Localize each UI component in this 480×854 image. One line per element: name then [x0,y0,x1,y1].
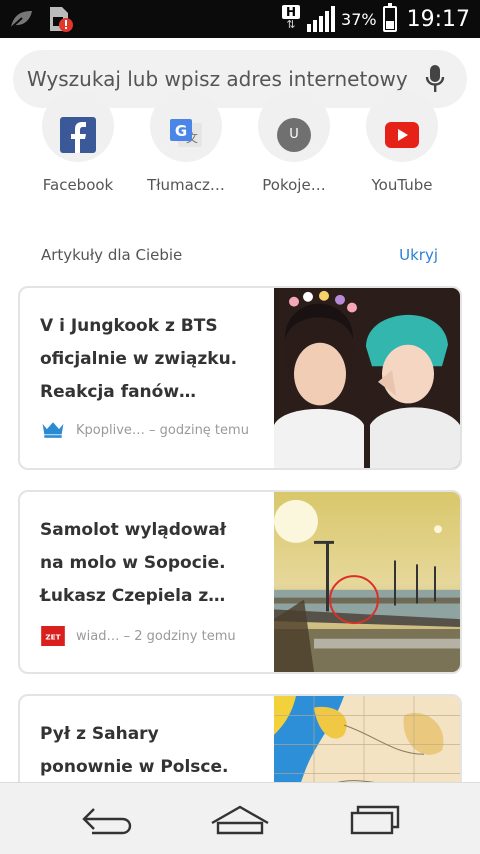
section-title: Artykuły dla Ciebie [41,246,183,264]
back-icon[interactable] [78,801,138,837]
svg-text:ZET: ZET [45,633,60,642]
article-title: V i Jungkook z BTS oficjalnie w związku.… [40,316,238,402]
article-thumbnail [274,492,460,672]
youtube-icon [385,122,419,148]
home-icon[interactable] [210,801,270,837]
article-time: godzinę temu [159,422,249,438]
article-source: Kpoplive… [76,422,145,438]
article-meta: Kpoplive… – godzinę temu [40,420,249,440]
shortcut-facebook[interactable]: Facebook [28,90,128,194]
shortcut-label: Facebook [42,176,114,194]
article-meta: ZET wiad… – 2 godziny temu [40,626,236,646]
battery-percent: 37% [341,9,377,29]
shortcut-translate[interactable]: 文G Tłumacz… [136,90,236,194]
data-arrows-icon: H ⇅ [281,5,301,33]
article-thumbnail [274,288,460,468]
hide-articles-link[interactable]: Ukryj [399,246,438,264]
zet-logo: ZET [41,626,65,646]
clock: 19:17 [406,6,470,32]
article-source: wiad… [76,628,120,644]
battery-icon [382,3,397,32]
kpoplive-logo [42,422,64,438]
status-bar: H ⇅ 37% 19:17 [0,0,480,38]
shortcut-label: Tłumacz… [147,176,225,194]
article-time: 2 godziny temu [134,628,236,644]
navigation-bar [0,782,480,854]
shortcut-pokoje[interactable]: U Pokoje… [244,90,344,194]
article-title: Samolot wylądował na molo w Sopocie. Łuk… [40,520,227,606]
microphone-icon[interactable] [425,64,445,94]
meta-separator: – [144,422,160,438]
article-card[interactable]: Samolot wylądował na molo w Sopocie. Łuk… [18,490,462,674]
letter-u-icon: U [277,118,311,152]
sim-alert-icon [48,5,74,37]
shortcut-label: Pokoje… [262,176,326,194]
facebook-icon [60,117,96,153]
search-input[interactable]: Wyszukaj lub wpisz adres internetowy [27,67,413,91]
signal-icon [307,6,336,32]
network-type: H [282,5,301,19]
article-card[interactable]: V i Jungkook z BTS oficjalnie w związku.… [18,286,462,470]
shortcut-tiles: Facebook 文G Tłumacz… U Pokoje… YouTube [0,90,480,208]
svg-text:G: G [175,122,187,140]
leaf-icon [8,8,34,34]
shortcut-label: YouTube [371,176,433,194]
recents-icon[interactable] [344,801,404,837]
shortcut-youtube[interactable]: YouTube [352,90,452,194]
google-translate-icon: 文G [170,119,202,147]
meta-separator: – [119,628,135,644]
